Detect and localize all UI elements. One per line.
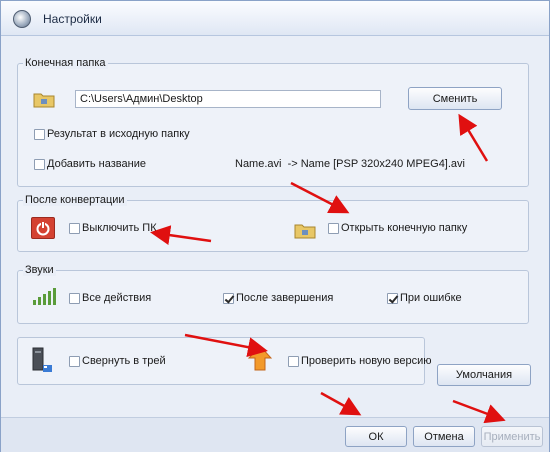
cancel-button[interactable]: Отмена [413, 426, 475, 447]
shutdown-label: Выключить ПК [82, 222, 157, 234]
change-folder-button[interactable]: Сменить [408, 87, 502, 110]
after-conversion-legend: После конвертации [23, 194, 127, 206]
tray-computer-icon [32, 347, 52, 372]
shutdown-checkbox[interactable] [69, 223, 80, 234]
settings-window: Настройки Конечная папка C:\Users\Админ\… [0, 0, 550, 452]
open-folder-checkbox[interactable] [328, 223, 339, 234]
minimize-tray-label: Свернуть в трей [82, 355, 166, 367]
all-actions-checkbox[interactable] [69, 293, 80, 304]
title-bar: Настройки [1, 1, 549, 36]
window-title: Настройки [43, 12, 102, 26]
on-error-label: При ошибке [400, 292, 462, 304]
check-update-checkbox[interactable] [288, 356, 299, 367]
folder-icon [33, 93, 55, 108]
defaults-button[interactable]: Умолчания [437, 364, 531, 386]
app-icon [13, 10, 31, 28]
volume-bars-icon [33, 288, 56, 305]
arrow-to-ok [320, 391, 362, 416]
output-path-field[interactable]: C:\Users\Админ\Desktop [75, 90, 381, 108]
target-folder-legend: Конечная папка [23, 57, 108, 69]
sounds-legend: Звуки [23, 264, 56, 276]
add-name-label: Добавить название [47, 158, 146, 170]
add-name-checkbox[interactable] [34, 159, 45, 170]
result-to-source-checkbox[interactable] [34, 129, 45, 140]
result-to-source-label: Результат в исходную папку [47, 128, 190, 140]
power-icon [31, 217, 55, 239]
ok-button[interactable]: ОК [345, 426, 407, 447]
apply-button[interactable]: Применить [481, 426, 543, 447]
name-example-text: Name.avi -> Name [PSP 320x240 MPEG4].avi [235, 158, 465, 170]
open-folder-icon [294, 224, 316, 239]
check-update-label: Проверить новую версию [301, 355, 432, 367]
update-arrow-icon [248, 345, 272, 371]
on-error-checkbox[interactable] [387, 293, 398, 304]
minimize-tray-checkbox[interactable] [69, 356, 80, 367]
after-finish-checkbox[interactable] [223, 293, 234, 304]
open-folder-label: Открыть конечную папку [341, 222, 468, 234]
after-finish-label: После завершения [236, 292, 334, 304]
all-actions-label: Все действия [82, 292, 152, 304]
